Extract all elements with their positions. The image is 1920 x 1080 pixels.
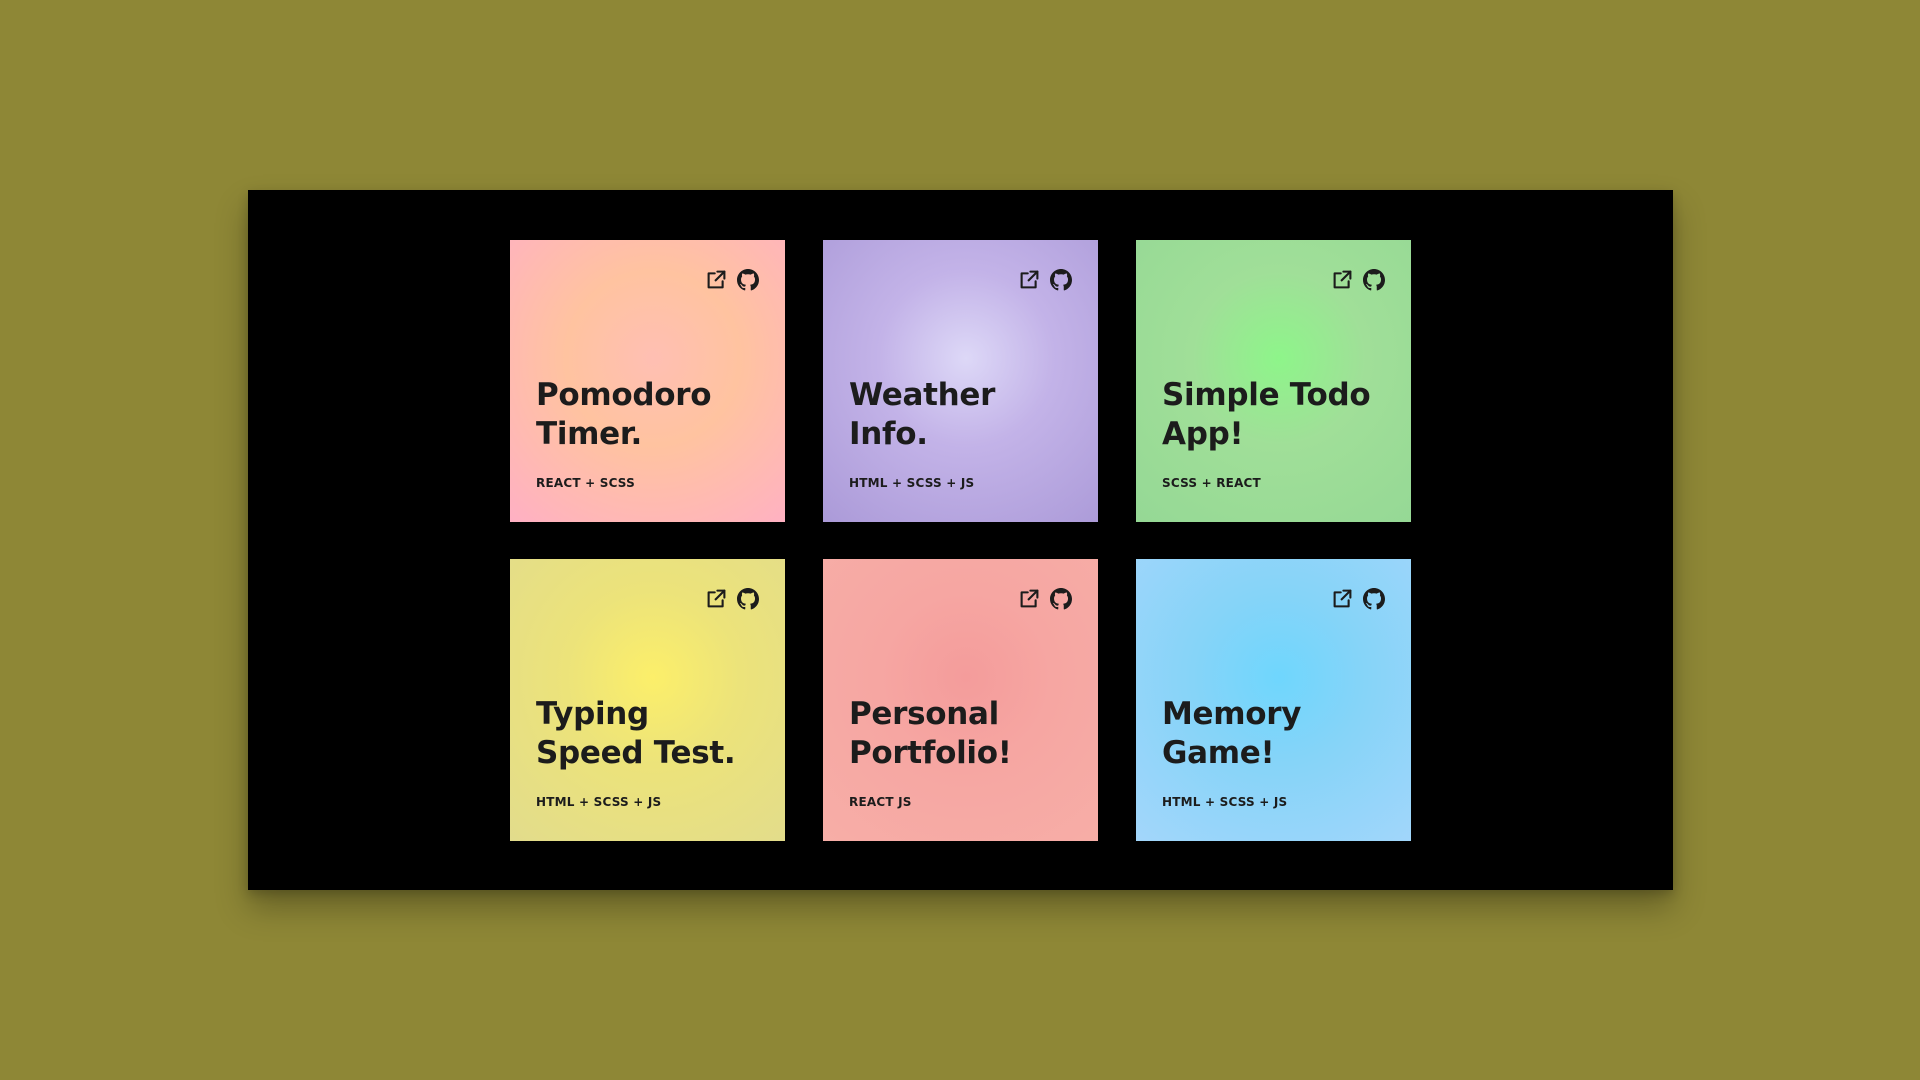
external-link-icon[interactable] — [705, 268, 728, 291]
project-title: Memory Game! — [1162, 696, 1302, 771]
project-tech-stack: REACT JS — [849, 795, 912, 809]
project-card-pomodoro-timer[interactable]: Pomodoro Timer. REACT + SCSS — [510, 240, 785, 522]
github-icon[interactable] — [1362, 268, 1385, 291]
project-tech-stack: REACT + SCSS — [536, 476, 635, 490]
project-tech-stack: HTML + SCSS + JS — [536, 795, 662, 809]
project-card-typing-speed-test[interactable]: Typing Speed Test. HTML + SCSS + JS — [510, 559, 785, 841]
project-card-weather-info[interactable]: Weather Info. HTML + SCSS + JS — [823, 240, 1098, 522]
github-icon[interactable] — [736, 268, 759, 291]
project-title: Pomodoro Timer. — [536, 377, 712, 452]
card-actions — [705, 587, 759, 610]
project-card-personal-portfolio[interactable]: Personal Portfolio! REACT JS — [823, 559, 1098, 841]
github-icon[interactable] — [736, 587, 759, 610]
github-icon[interactable] — [1049, 587, 1072, 610]
project-tech-stack: HTML + SCSS + JS — [1162, 795, 1288, 809]
card-actions — [1331, 587, 1385, 610]
projects-panel: Pomodoro Timer. REACT + SCSS Weather Inf… — [248, 190, 1673, 890]
project-title: Personal Portfolio! — [849, 696, 1012, 771]
card-actions — [705, 268, 759, 291]
card-actions — [1018, 268, 1072, 291]
external-link-icon[interactable] — [1018, 587, 1041, 610]
github-icon[interactable] — [1049, 268, 1072, 291]
projects-grid: Pomodoro Timer. REACT + SCSS Weather Inf… — [510, 240, 1411, 841]
external-link-icon[interactable] — [705, 587, 728, 610]
project-card-simple-todo-app[interactable]: Simple Todo App! SCSS + REACT — [1136, 240, 1411, 522]
project-tech-stack: HTML + SCSS + JS — [849, 476, 975, 490]
external-link-icon[interactable] — [1331, 587, 1354, 610]
card-actions — [1331, 268, 1385, 291]
project-title: Weather Info. — [849, 377, 996, 452]
external-link-icon[interactable] — [1018, 268, 1041, 291]
external-link-icon[interactable] — [1331, 268, 1354, 291]
project-tech-stack: SCSS + REACT — [1162, 476, 1261, 490]
project-title: Typing Speed Test. — [536, 696, 736, 771]
github-icon[interactable] — [1362, 587, 1385, 610]
project-title: Simple Todo App! — [1162, 377, 1371, 452]
card-actions — [1018, 587, 1072, 610]
project-card-memory-game[interactable]: Memory Game! HTML + SCSS + JS — [1136, 559, 1411, 841]
